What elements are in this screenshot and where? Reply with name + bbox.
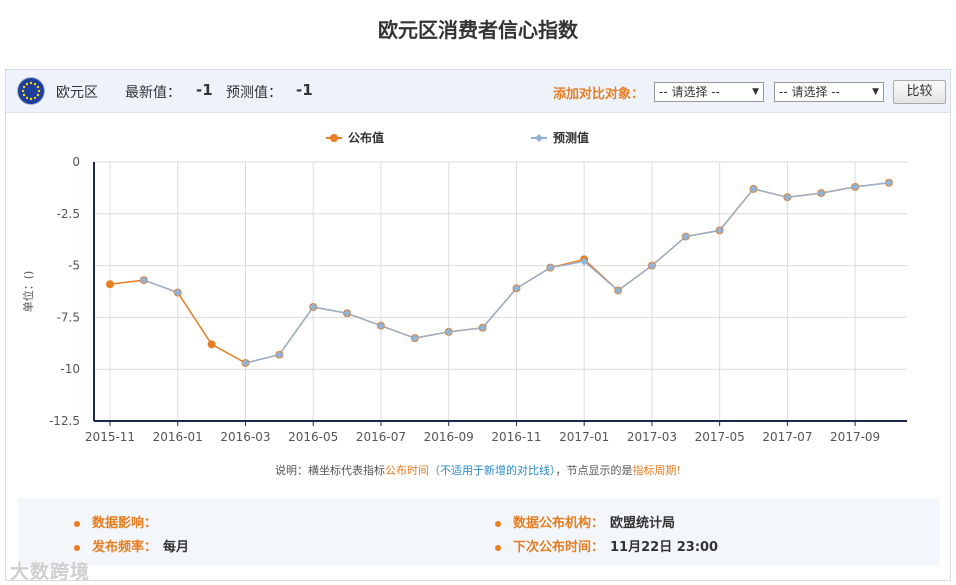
y-axis-title: 单位：(): [21, 271, 35, 313]
info-next-release: 下次公布时间： 11月22日 23:00: [495, 536, 718, 555]
legend-marker: [330, 134, 338, 142]
next-release-value: 11月22日 23:00: [610, 540, 719, 555]
data-point-published: [106, 280, 114, 289]
x-tick-label: 2016-09: [424, 430, 474, 444]
x-tick-label: 2016-01: [153, 430, 203, 444]
page-title: 欧元区消费者信心指数: [378, 18, 578, 42]
note-suffix: !: [676, 464, 681, 477]
bullet-icon: [495, 544, 501, 551]
x-tick-label: 2016-03: [220, 430, 270, 444]
y-tick-label: -10: [60, 362, 80, 376]
info-impact: 数据影响：: [74, 512, 163, 531]
x-tick-label: 2016-07: [356, 430, 406, 444]
line-chart: 0 -2.5 -5 -7.5 -10 -12.5 2015-11 2016-01 2016-03…: [21, 130, 907, 444]
bullet-icon: [74, 544, 80, 551]
x-tick-label: 2015-11: [85, 430, 135, 444]
frequency-value: 每月: [163, 540, 190, 555]
agency-label: 数据公布机构：: [513, 516, 605, 531]
frequency-label: 发布频率：: [92, 540, 158, 555]
y-tick-label: -12.5: [49, 414, 80, 428]
indicator-panel: 欧元区 最新值： -1 预测值： -1 添加对比对象： -- 请选择 -- ▼ …: [5, 69, 951, 581]
chart-note: 说明：横坐标代表指标公布时间（不适用于新增的对比线），节点显示的是指标周期!: [6, 462, 950, 478]
info-box: 数据影响： 发布频率： 每月 数据公布机构： 欧盟统计局 下次公布时间： 11月22日…: [18, 498, 940, 566]
y-tick-label: -5: [68, 259, 80, 273]
x-tick-label: 2016-11: [491, 430, 541, 444]
legend-marker: [535, 134, 543, 142]
bullet-icon: [495, 520, 501, 527]
x-tick-label: 2017-01: [559, 430, 609, 444]
x-tick-label: 2016-05: [288, 430, 338, 444]
x-tick-label: 2017-05: [695, 430, 745, 444]
x-tick-label: 2017-07: [762, 430, 812, 444]
x-tick-label: 2017-03: [627, 430, 677, 444]
note-publish-time: 公布时间: [385, 464, 430, 477]
next-release-label: 下次公布时间：: [513, 540, 605, 555]
note-middle: ，节点显示的是: [555, 464, 633, 477]
legend-label: 公布值: [348, 130, 384, 145]
y-tick-label: 0: [72, 155, 80, 169]
x-tick-label: 2017-09: [830, 430, 880, 444]
info-agency: 数据公布机构： 欧盟统计局: [495, 512, 675, 531]
y-tick-label: -7.5: [57, 310, 80, 324]
y-tick-label: -2.5: [57, 207, 80, 221]
info-frequency: 发布频率： 每月: [74, 536, 189, 555]
note-prefix: 说明：横坐标代表指标: [275, 464, 386, 477]
bullet-icon: [74, 520, 80, 527]
agency-value: 欧盟统计局: [610, 516, 676, 531]
note-paren: （不适用于新增的对比线）: [429, 464, 556, 477]
note-cycle: 指标周期: [632, 464, 677, 477]
series-line-published: [109, 181, 890, 364]
legend-label: 预测值: [553, 130, 589, 145]
data-point-published: [207, 340, 216, 349]
watermark-logo: 大数跨境: [10, 561, 91, 583]
impact-label: 数据影响：: [92, 516, 158, 531]
